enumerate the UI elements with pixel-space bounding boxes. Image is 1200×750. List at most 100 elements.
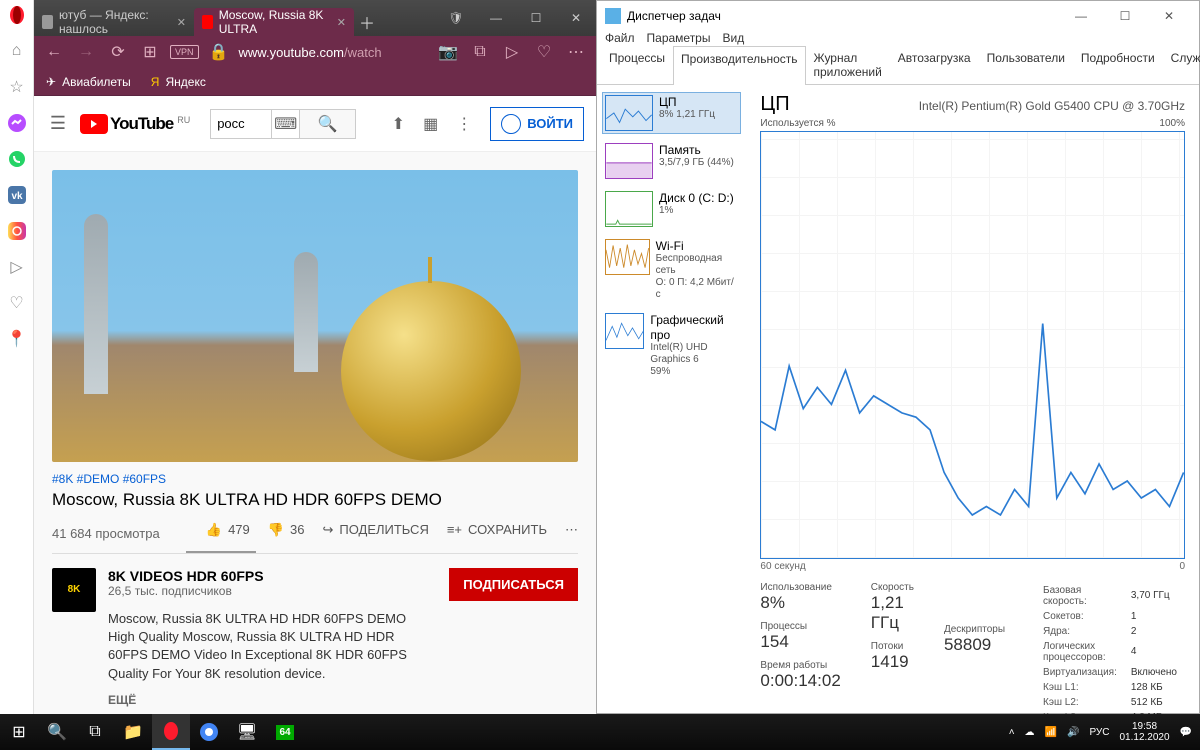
channel-name[interactable]: 8K VIDEOS HDR 60FPS bbox=[108, 568, 437, 584]
heart-icon[interactable]: ♡ bbox=[6, 292, 28, 314]
pin-icon[interactable]: 📍 bbox=[6, 328, 28, 350]
window-title: Диспетчер задач bbox=[627, 9, 721, 23]
perf-item-wifi[interactable]: Wi-FiБеспроводная сетьО: 0 П: 4,2 Мбит/с bbox=[603, 237, 740, 303]
show-more-button[interactable]: ЕЩЁ bbox=[108, 693, 437, 707]
channel-avatar[interactable]: 8K bbox=[52, 568, 96, 612]
browser-titlebar: ютуб — Яндекс: нашлось ✕ Moscow, Russia 8… bbox=[34, 0, 596, 36]
whatsapp-icon[interactable] bbox=[6, 148, 28, 170]
close-icon[interactable]: ✕ bbox=[177, 16, 186, 29]
close-icon[interactable]: ✕ bbox=[337, 16, 346, 29]
more-icon[interactable]: ⋮ bbox=[456, 114, 472, 134]
onedrive-icon[interactable]: ☁ bbox=[1025, 727, 1035, 738]
tab-app-history[interactable]: Журнал приложений bbox=[806, 45, 890, 84]
youtube-logo[interactable]: YouTube RU bbox=[80, 114, 190, 134]
bookmark-icon[interactable]: ▷ bbox=[500, 40, 524, 64]
task-view-button[interactable]: ⧉ bbox=[76, 714, 114, 750]
home-icon[interactable]: ⌂ bbox=[6, 40, 28, 62]
youtube-play-icon bbox=[80, 114, 108, 134]
tab-processes[interactable]: Процессы bbox=[601, 45, 673, 84]
browser-tab[interactable]: ютуб — Яндекс: нашлось ✕ bbox=[34, 8, 194, 36]
perf-item-gpu[interactable]: Графический проIntel(R) UHD Graphics 659… bbox=[603, 311, 740, 380]
camera-icon[interactable]: 📷 bbox=[436, 40, 460, 64]
menu-icon[interactable]: ⋯ bbox=[564, 40, 588, 64]
new-tab-button[interactable]: ＋ bbox=[354, 9, 380, 35]
perf-item-cpu[interactable]: ЦП8% 1,21 ГГц bbox=[603, 93, 740, 133]
bookmark-item[interactable]: ✈Авиабилеты bbox=[46, 75, 131, 89]
upload-icon[interactable]: ⬆ bbox=[392, 114, 405, 134]
login-button[interactable]: ВОЙТИ bbox=[490, 107, 584, 141]
vpn-badge[interactable]: VPN bbox=[170, 45, 199, 59]
menu-item[interactable]: Файл bbox=[605, 31, 635, 45]
cpu-heading: ЦП bbox=[760, 93, 789, 116]
volume-icon[interactable]: 🔊 bbox=[1067, 727, 1079, 738]
subscribe-button[interactable]: ПОДПИСАТЬСЯ bbox=[449, 568, 578, 601]
tray-chevron-icon[interactable]: ˄ bbox=[1009, 727, 1015, 738]
close-button[interactable]: ✕ bbox=[556, 0, 596, 36]
menu-item[interactable]: Вид bbox=[722, 31, 744, 45]
video-player[interactable] bbox=[52, 170, 578, 462]
clock[interactable]: 19:5801.12.2020 bbox=[1119, 721, 1169, 743]
cpu-detail-panel: ЦП Intel(R) Pentium(R) Gold G5400 CPU @ … bbox=[746, 85, 1199, 734]
reload-button[interactable]: ⟳ bbox=[106, 40, 130, 64]
taskbar-app[interactable]: 🖥 bbox=[228, 714, 266, 750]
search-button[interactable]: 🔍 bbox=[299, 110, 355, 138]
maximize-button[interactable]: ☐ bbox=[516, 0, 556, 36]
instagram-icon[interactable] bbox=[6, 220, 28, 242]
decorative bbox=[341, 281, 521, 461]
search-box: ⌨ 🔍 bbox=[210, 109, 356, 139]
menu-icon[interactable]: ☰ bbox=[46, 113, 70, 134]
windows-taskbar: ⊞ 🔍 ⧉ 📁 🖥 64 ˄ ☁ 📶 🔊 РУС 19:5801.12.2020… bbox=[0, 714, 1200, 750]
taskbar-app[interactable]: 64 bbox=[266, 714, 304, 750]
apps-icon[interactable]: ▦ bbox=[423, 114, 438, 134]
back-button[interactable]: ← bbox=[42, 40, 66, 64]
perf-item-disk[interactable]: Диск 0 (C: D:)1% bbox=[603, 189, 740, 229]
system-tray: ˄ ☁ 📶 🔊 РУС 19:5801.12.2020 💬 bbox=[1009, 721, 1200, 743]
channel-row: 8K 8K VIDEOS HDR 60FPS 26,5 тыс. подписч… bbox=[52, 554, 578, 714]
opera-sidebar: ⌂ ☆ vk ▷ ♡ 📍 bbox=[0, 0, 34, 714]
keyboard-icon[interactable]: ⌨ bbox=[271, 110, 299, 138]
perf-item-memory[interactable]: Память3,5/7,9 ГБ (44%) bbox=[603, 141, 740, 181]
vk-icon[interactable]: vk bbox=[6, 184, 28, 206]
video-hashtags[interactable]: #8K #DEMO #60FPS bbox=[52, 472, 578, 486]
plane-icon: ✈ bbox=[46, 75, 56, 89]
svg-text:vk: vk bbox=[11, 191, 23, 202]
tab-performance[interactable]: Производительность bbox=[673, 46, 805, 85]
taskbar-app-chrome[interactable] bbox=[190, 714, 228, 750]
maximize-button[interactable]: ☐ bbox=[1103, 1, 1147, 31]
browser-tab-active[interactable]: Moscow, Russia 8K ULTRA✕ bbox=[194, 8, 354, 36]
star-icon[interactable]: ☆ bbox=[6, 76, 28, 98]
tab-services[interactable]: Службы bbox=[1163, 45, 1200, 84]
lock-icon[interactable]: 🔒 bbox=[207, 40, 231, 64]
wifi-icon[interactable]: 📶 bbox=[1045, 727, 1057, 738]
tab-details[interactable]: Подробности bbox=[1073, 45, 1163, 84]
minimize-button[interactable]: — bbox=[1059, 1, 1103, 31]
messenger-icon[interactable] bbox=[6, 112, 28, 134]
like-button[interactable]: 👍479 bbox=[206, 522, 250, 538]
save-button[interactable]: ≡+СОХРАНИТЬ bbox=[447, 522, 547, 538]
shield-icon[interactable]: 🛡 bbox=[436, 0, 476, 36]
heart-outline-icon[interactable]: ♡ bbox=[532, 40, 556, 64]
close-button[interactable]: ✕ bbox=[1147, 1, 1191, 31]
taskbar-app-opera[interactable] bbox=[152, 714, 190, 750]
tab-title: ютуб — Яндекс: нашлось bbox=[59, 8, 171, 36]
more-button[interactable]: ⋯ bbox=[565, 522, 578, 538]
search-input[interactable] bbox=[211, 110, 271, 138]
minimize-button[interactable]: — bbox=[476, 0, 516, 36]
forward-button[interactable]: → bbox=[74, 40, 98, 64]
bookmark-item[interactable]: ЯЯндекс bbox=[151, 75, 206, 89]
start-button[interactable]: ⊞ bbox=[0, 714, 38, 750]
tab-users[interactable]: Пользователи bbox=[979, 45, 1073, 84]
play-icon[interactable]: ▷ bbox=[6, 256, 28, 278]
tab-startup[interactable]: Автозагрузка bbox=[890, 45, 979, 84]
taskbar-app[interactable]: 📁 bbox=[114, 714, 152, 750]
search-button[interactable]: 🔍 bbox=[38, 714, 76, 750]
dislike-button[interactable]: 👎36 bbox=[268, 522, 305, 538]
pip-icon[interactable]: ⧉ bbox=[468, 40, 492, 64]
url-text[interactable]: www.youtube.com/watch bbox=[239, 45, 428, 60]
notifications-icon[interactable]: 💬 bbox=[1180, 727, 1192, 738]
opera-logo-icon[interactable] bbox=[6, 4, 28, 26]
menu-item[interactable]: Параметры bbox=[647, 31, 711, 45]
share-button[interactable]: ↪ПОДЕЛИТЬСЯ bbox=[322, 522, 428, 538]
language-indicator[interactable]: РУС bbox=[1089, 727, 1109, 738]
speed-dial-icon[interactable]: ⊞ bbox=[138, 40, 162, 64]
